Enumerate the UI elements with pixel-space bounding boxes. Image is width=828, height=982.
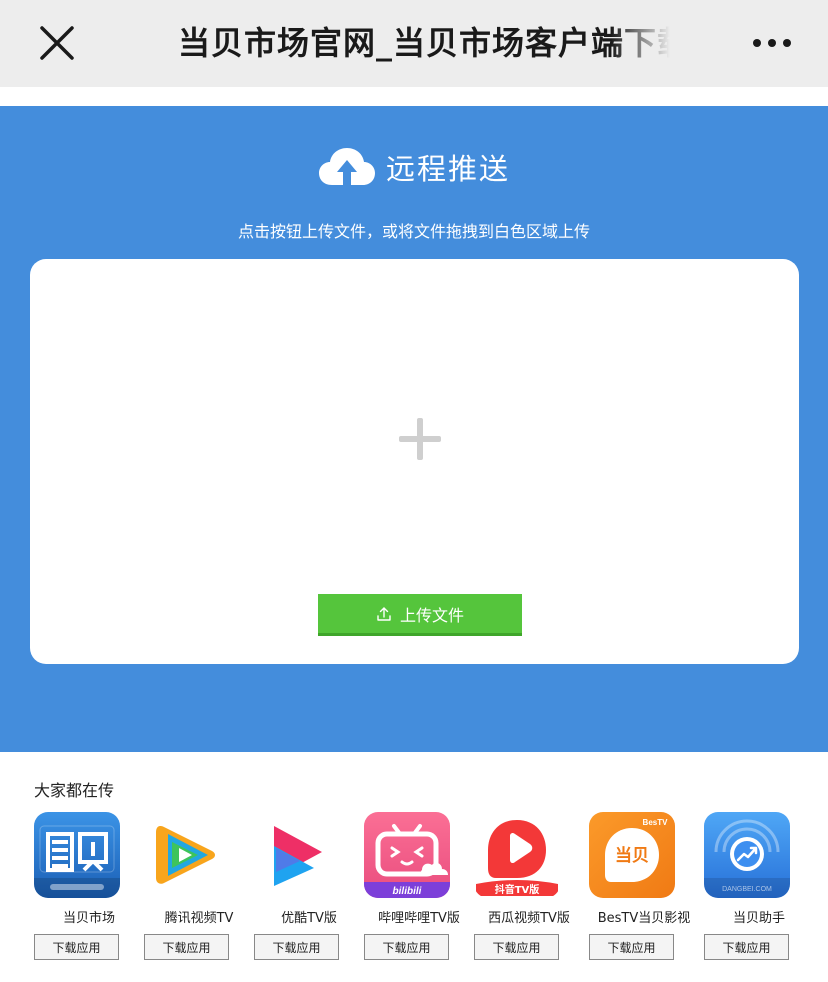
dangbei-market-icon[interactable] xyxy=(34,812,120,898)
bilibili-icon[interactable]: bilibili xyxy=(364,812,450,898)
upload-file-button[interactable]: 上传文件 xyxy=(318,594,522,636)
cloud-upload-icon xyxy=(318,148,375,185)
download-app-button[interactable]: 下载应用 xyxy=(364,934,449,960)
upload-icon xyxy=(377,606,391,621)
bestv-badge-text: BesTV xyxy=(643,818,669,827)
app-name: BesTV当贝影视 xyxy=(597,911,691,926)
page-title: 当贝市场官网_当贝市场客户端下载 xyxy=(178,24,670,62)
xigua-icon-text: 抖音TV版 xyxy=(495,883,540,896)
file-drop-zone[interactable]: 上传文件 xyxy=(30,259,799,664)
upload-button-label: 上传文件 xyxy=(399,605,464,625)
app-card: 优酷TV版 下载应用 xyxy=(254,812,364,962)
dangbei-assistant-icon[interactable]: DANGBEI.COM xyxy=(704,812,790,898)
tencent-video-icon[interactable] xyxy=(144,812,230,898)
bestv-icon-text: 当贝 xyxy=(615,845,649,866)
app-name: 当贝助手 xyxy=(732,911,785,926)
download-app-button[interactable]: 下载应用 xyxy=(474,934,559,960)
xigua-video-icon[interactable]: 抖音TV版 xyxy=(474,812,560,898)
app-card: BesTV 当贝 BesTV当贝影视 下载应用 xyxy=(589,812,699,962)
remote-push-panel: 远程推送 点击按钮上传文件，或将文件拖拽到白色区域上传 上传文件 xyxy=(0,106,828,752)
remote-push-title: 远程推送 xyxy=(385,152,510,186)
app-card: 腾讯视频TV 下载应用 xyxy=(144,812,254,962)
top-navbar: 当贝市场官网_当贝市场客户端下载 xyxy=(0,0,828,87)
popular-apps-section: 大家都在传 当贝市场 下载应用 腾讯视频TV 下载应用 优酷TV版 下载应用 b… xyxy=(0,752,828,982)
app-card: 抖音TV版 西瓜视频TV版 下载应用 xyxy=(474,812,584,962)
section-title: 大家都在传 xyxy=(34,781,115,800)
download-app-button[interactable]: 下载应用 xyxy=(254,934,339,960)
youku-icon[interactable] xyxy=(254,812,340,898)
download-app-button[interactable]: 下载应用 xyxy=(34,934,119,960)
assistant-icon-text: DANGBEI.COM xyxy=(722,886,772,893)
plus-icon[interactable] xyxy=(397,416,443,462)
app-card: DANGBEI.COM 当贝助手 下载应用 xyxy=(704,812,814,962)
more-dots-icon[interactable] xyxy=(746,30,798,56)
close-icon[interactable] xyxy=(36,22,78,64)
download-app-button[interactable]: 下载应用 xyxy=(144,934,229,960)
remote-push-header: 远程推送 xyxy=(0,144,828,190)
app-card: 当贝市场 下载应用 xyxy=(34,812,144,962)
download-app-button[interactable]: 下载应用 xyxy=(589,934,674,960)
download-app-button[interactable]: 下载应用 xyxy=(704,934,789,960)
bilibili-icon-text: bilibili xyxy=(393,886,422,897)
bestv-icon[interactable]: BesTV 当贝 xyxy=(589,812,675,898)
app-card: bilibili 哔哩哔哩TV版 下载应用 xyxy=(364,812,474,962)
app-name: 西瓜视频TV版 xyxy=(488,911,570,926)
upload-hint: 点击按钮上传文件，或将文件拖拽到白色区域上传 xyxy=(237,222,590,241)
